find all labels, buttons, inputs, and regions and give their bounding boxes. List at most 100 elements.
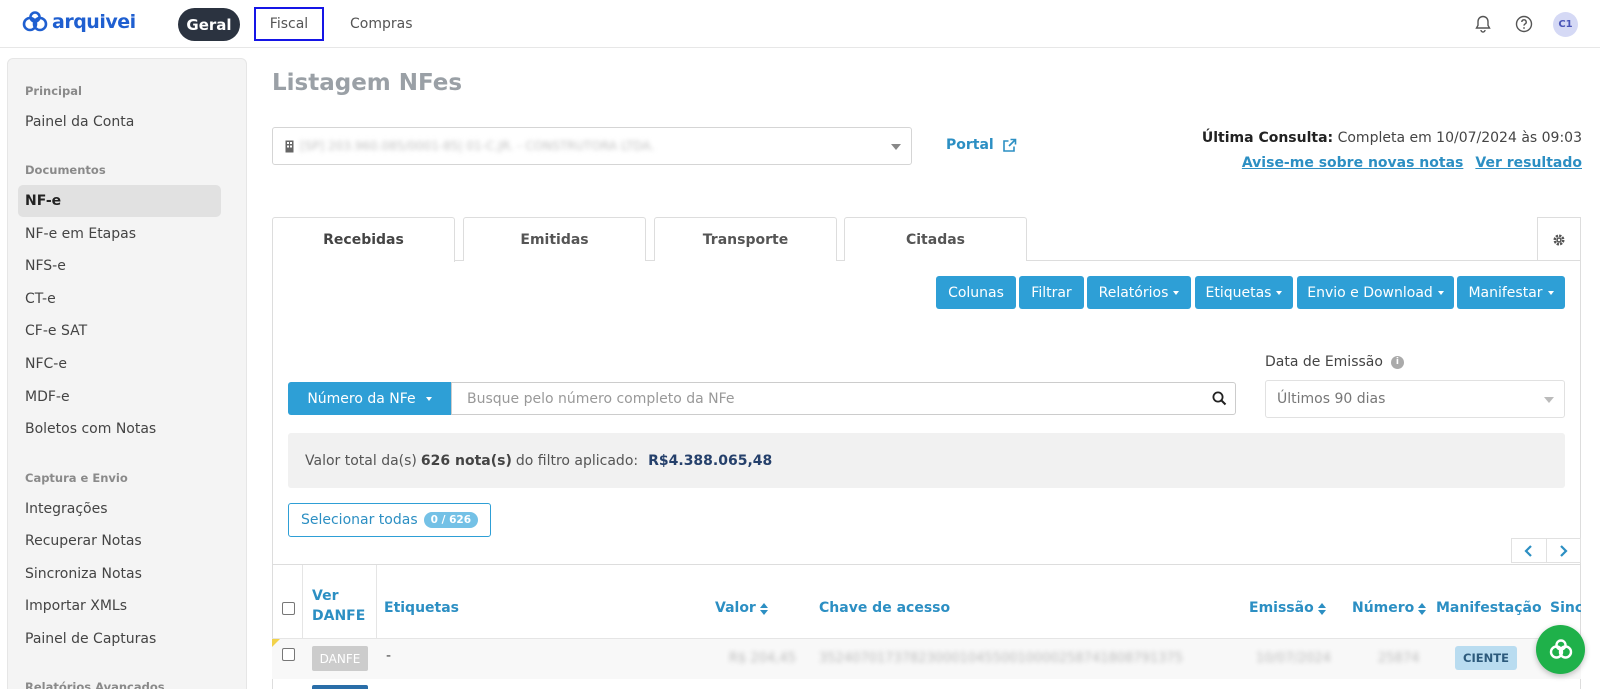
chevron-down-icon <box>891 144 901 150</box>
sidebar-section-principal: Principal <box>25 84 82 98</box>
building-icon <box>285 140 294 152</box>
column-manifestacao[interactable]: Manifestação <box>1436 564 1542 639</box>
help-icon[interactable] <box>1513 13 1535 35</box>
summary-count: 626 nota(s) <box>420 452 512 469</box>
sort-icon <box>1418 603 1427 615</box>
manifestar-label: Manifestar <box>1468 284 1543 301</box>
filtrar-label: Filtrar <box>1031 284 1072 301</box>
table-pager <box>1511 538 1581 563</box>
ultima-consulta: Última Consulta: Completa em 10/07/2024 … <box>1202 130 1582 146</box>
manifestacao-badge: CIENTE <box>1455 646 1517 670</box>
colunas-label: Colunas <box>948 284 1004 301</box>
prev-page-button[interactable] <box>1512 539 1547 562</box>
row-valor: R$ 204,45 <box>729 651 796 666</box>
sidebar-item-nfce[interactable]: NFC-e <box>18 348 221 380</box>
brand-name: arquivei <box>52 11 136 33</box>
settings-button[interactable] <box>1537 217 1581 261</box>
caret-down-icon <box>425 396 432 401</box>
assistant-fab[interactable] <box>1536 625 1585 674</box>
envio-download-label: Envio e Download <box>1307 284 1433 301</box>
sidebar-item-nfe[interactable]: NF-e <box>18 185 221 217</box>
tab-recebidas[interactable]: Recebidas <box>272 217 455 262</box>
sidebar-item-painel-capturas[interactable]: Painel de Capturas <box>18 623 221 655</box>
date-filter-label: Data de Emissão i <box>1265 354 1404 370</box>
danfe-button-next-row[interactable] <box>312 685 368 689</box>
sidebar-item-nfse[interactable]: NFS-e <box>18 250 221 282</box>
row-emissao: 10/07/2024 <box>1256 651 1331 666</box>
logo-icon <box>1549 638 1572 659</box>
company-select[interactable]: [SP] 203.960.085/0001-85| 01-C.JR. - CON… <box>272 127 912 165</box>
column-chave-acesso[interactable]: Chave de acesso <box>819 564 950 639</box>
brand-logo[interactable]: arquivei <box>22 11 136 33</box>
select-all-label: Selecionar todas <box>300 512 418 528</box>
caret-down-icon <box>1547 290 1554 295</box>
filtrar-button[interactable]: Filtrar <box>1019 276 1084 309</box>
tab-citadas[interactable]: Citadas <box>844 217 1027 261</box>
danfe-button[interactable]: DANFE <box>312 646 368 671</box>
column-divider <box>302 565 303 640</box>
chevron-down-icon <box>1544 397 1554 403</box>
summary-bar: Valor total da(s) 626 nota(s) do filtro … <box>288 433 1565 488</box>
avatar[interactable]: C1 <box>1553 12 1578 37</box>
summary-prefix: Valor total da(s) <box>305 452 417 469</box>
logo-icon <box>22 11 48 32</box>
nav-geral[interactable]: Geral <box>178 8 240 41</box>
info-icon[interactable]: i <box>1390 355 1404 369</box>
row-flag-marker <box>272 639 280 647</box>
sidebar-item-nfe-em-etapas[interactable]: NF-e em Etapas <box>18 218 221 250</box>
nav-compras[interactable]: Compras <box>350 7 413 41</box>
external-link-icon <box>1002 138 1017 152</box>
sidebar-section-documentos: Documentos <box>25 163 106 177</box>
search-input[interactable]: Busque pelo número completo da NFe <box>451 382 1236 415</box>
date-filter-select[interactable]: Últimos 90 dias <box>1265 380 1565 418</box>
select-all-checkbox[interactable] <box>282 602 295 615</box>
bell-icon[interactable] <box>1472 13 1494 35</box>
chevron-left-icon <box>1524 544 1533 557</box>
etiquetas-label: Etiquetas <box>1205 284 1272 301</box>
column-valor[interactable]: Valor <box>715 564 768 639</box>
ultima-consulta-label: Última Consulta: <box>1201 130 1334 146</box>
top-bar: arquivei Geral Fiscal Compras C1 <box>0 0 1600 48</box>
sidebar-item-painel-da-conta[interactable]: Painel da Conta <box>18 106 221 138</box>
nav-fiscal[interactable]: Fiscal <box>254 7 324 41</box>
selection-count-badge: 0 / 626 <box>423 512 478 528</box>
etiquetas-button[interactable]: Etiquetas <box>1195 276 1293 309</box>
ver-resultado-link[interactable]: Ver resultado <box>1475 155 1582 171</box>
chevron-right-icon <box>1559 544 1568 557</box>
summary-suffix: do filtro aplicado: <box>515 452 639 469</box>
sidebar-item-cte[interactable]: CT-e <box>18 283 221 315</box>
caret-down-icon <box>1173 290 1180 295</box>
portal-link[interactable]: Portal <box>946 137 1017 153</box>
sidebar-item-integracoes[interactable]: Integrações <box>18 493 221 525</box>
row-numero: 25874 <box>1378 651 1420 666</box>
column-emissao-label: Emissão <box>1249 600 1314 616</box>
sidebar-item-cfe-sat[interactable]: CF-e SAT <box>18 315 221 347</box>
colunas-button[interactable]: Colunas <box>936 276 1016 309</box>
tab-emitidas[interactable]: Emitidas <box>463 217 646 261</box>
column-etiquetas[interactable]: Etiquetas <box>384 564 459 639</box>
column-numero[interactable]: Número <box>1352 564 1427 639</box>
column-emissao[interactable]: Emissão <box>1249 564 1326 639</box>
sort-icon <box>1317 603 1326 615</box>
sidebar-item-mdfe[interactable]: MDF-e <box>18 381 221 413</box>
search-icon[interactable] <box>1212 391 1227 406</box>
sidebar-item-boletos[interactable]: Boletos com Notas <box>18 413 221 445</box>
avise-me-link[interactable]: Avise-me sobre novas notas <box>1242 155 1464 171</box>
column-ver-danfe[interactable]: Ver DANFE <box>312 564 382 639</box>
search-type-dropdown[interactable]: Número da NFe <box>288 382 451 415</box>
row-chave: 3524070173782300010455001000025874180879… <box>819 651 1183 666</box>
relatorios-button[interactable]: Relatórios <box>1087 276 1191 309</box>
select-all-button[interactable]: Selecionar todas 0 / 626 <box>288 503 491 537</box>
tab-transporte[interactable]: Transporte <box>654 217 837 261</box>
manifestar-button[interactable]: Manifestar <box>1457 276 1565 309</box>
envio-download-button[interactable]: Envio e Download <box>1297 276 1454 309</box>
row-checkbox[interactable] <box>282 648 295 661</box>
summary-total: R$4.388.065,48 <box>648 452 773 469</box>
portal-label: Portal <box>946 137 994 153</box>
caret-down-icon <box>1276 290 1283 295</box>
next-page-button[interactable] <box>1547 539 1581 562</box>
sidebar-item-importar-xmls[interactable]: Importar XMLs <box>18 590 221 622</box>
sidebar-item-sincroniza-notas[interactable]: Sincroniza Notas <box>18 558 221 590</box>
sidebar-item-recuperar-notas[interactable]: Recuperar Notas <box>18 525 221 557</box>
company-name: [SP] 203.960.085/0001-85| 01-C.JR. - CON… <box>300 139 655 153</box>
